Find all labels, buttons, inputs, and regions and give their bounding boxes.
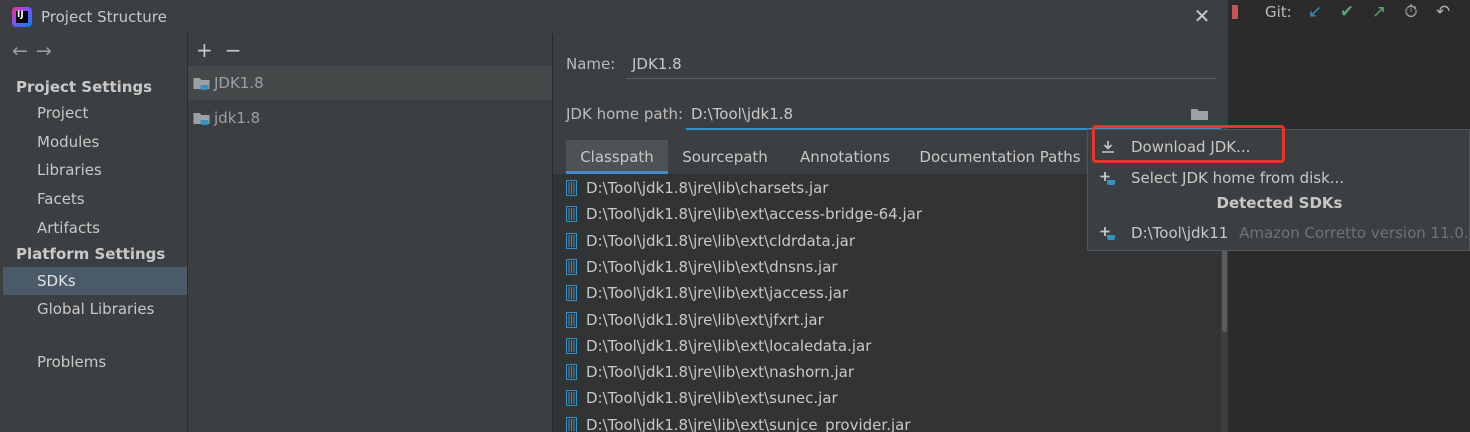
tab-documentation-paths[interactable]: Documentation Paths bbox=[908, 140, 1092, 174]
jdk-folder-icon bbox=[193, 113, 210, 125]
intellij-logo-icon: IJ bbox=[12, 7, 32, 27]
tab-classpath[interactable]: Classpath bbox=[566, 140, 668, 174]
jar-archive-icon bbox=[566, 364, 577, 381]
update-project-icon[interactable]: ↙ bbox=[1304, 1, 1326, 23]
select-jdk-home-label: Select JDK home from disk... bbox=[1131, 169, 1345, 187]
forward-arrow-icon[interactable]: → bbox=[36, 40, 60, 62]
nav-item-libraries[interactable]: Libraries bbox=[3, 156, 187, 184]
push-icon[interactable]: ↗ bbox=[1368, 1, 1390, 23]
back-arrow-icon[interactable]: ← bbox=[12, 40, 36, 62]
dialog-title-bar: IJ Project Structure ✕ bbox=[0, 0, 1228, 34]
sdk-list-item[interactable]: JDK1.8 bbox=[188, 66, 552, 100]
nav-item-project[interactable]: Project bbox=[3, 99, 187, 127]
stop-indicator-icon bbox=[1232, 5, 1238, 19]
sdk-list-item[interactable]: jdk1.8 bbox=[188, 101, 552, 135]
classpath-entry[interactable]: D:\Tool\jdk1.8\jre\lib\ext\dnsns.jar bbox=[553, 254, 838, 280]
nav-item-sdks[interactable]: SDKs bbox=[3, 267, 187, 295]
classpath-entry-path: D:\Tool\jdk1.8\jre\lib\ext\cldrdata.jar bbox=[586, 231, 856, 250]
nav-item-problems[interactable]: Problems bbox=[3, 348, 187, 376]
nav-item-facets[interactable]: Facets bbox=[3, 185, 187, 213]
classpath-entry[interactable]: D:\Tool\jdk1.8\jre\lib\ext\localedata.ja… bbox=[553, 333, 871, 359]
name-label: Name: bbox=[566, 55, 616, 73]
nav-item-global-libraries[interactable]: Global Libraries bbox=[3, 295, 187, 323]
name-field-underline bbox=[626, 78, 1216, 79]
project-settings-header: Project Settings bbox=[16, 78, 153, 96]
jar-archive-icon bbox=[566, 285, 577, 302]
git-label: Git: bbox=[1265, 3, 1292, 21]
nav-item-modules[interactable]: Modules bbox=[3, 128, 187, 156]
classpath-entry-path: D:\Tool\jdk1.8\jre\lib\ext\access-bridge… bbox=[586, 205, 922, 224]
rollback-icon[interactable]: ↶ bbox=[1432, 1, 1454, 23]
download-icon bbox=[1102, 141, 1114, 153]
settings-navigation: ←→ Project Settings Project Modules Librar… bbox=[0, 34, 187, 432]
jar-archive-icon bbox=[566, 311, 577, 328]
nav-item-artifacts[interactable]: Artifacts bbox=[3, 214, 187, 242]
download-jdk-label: Download JDK... bbox=[1131, 138, 1251, 156]
sdk-name: JDK1.8 bbox=[214, 74, 264, 92]
jar-archive-icon bbox=[566, 232, 577, 249]
classpath-entry[interactable]: D:\Tool\jdk1.8\jre\lib\ext\nashorn.jar bbox=[553, 359, 854, 385]
classpath-entry[interactable]: D:\Tool\jdk1.8\jre\lib\ext\access-bridge… bbox=[553, 201, 922, 227]
detected-sdks-header: Detected SDKs bbox=[1216, 194, 1343, 212]
sdk-toolbar: + − bbox=[196, 38, 254, 62]
detected-sdk-path: D:\Tool\jdk11 bbox=[1131, 224, 1229, 242]
tab-sourcepath[interactable]: Sourcepath bbox=[668, 140, 782, 174]
sdk-list-panel: + − JDK1.8 jdk1.8 bbox=[188, 34, 552, 432]
add-sdk-popup: Download JDK... Select JDK home from dis… bbox=[1087, 129, 1470, 251]
detected-sdk-item[interactable]: D:\Tool\jdk11 Amazon Corretto version 11… bbox=[1088, 219, 1470, 247]
classpath-entry-path: D:\Tool\jdk1.8\jre\lib\ext\sunec.jar bbox=[586, 389, 838, 408]
jar-archive-icon bbox=[566, 206, 577, 223]
name-field[interactable]: JDK1.8 bbox=[632, 55, 682, 73]
nav-history: ←→ bbox=[12, 40, 60, 62]
classpath-entry[interactable]: D:\Tool\jdk1.8\jre\lib\ext\jfxrt.jar bbox=[553, 307, 824, 333]
classpath-entry-path: D:\Tool\jdk1.8\jre\lib\ext\nashorn.jar bbox=[586, 363, 855, 382]
browse-folder-icon[interactable] bbox=[1190, 106, 1210, 122]
add-sdk-button[interactable]: + bbox=[196, 38, 213, 62]
download-jdk-item[interactable]: Download JDK... bbox=[1088, 133, 1470, 161]
jar-archive-icon bbox=[566, 337, 577, 354]
remove-sdk-button[interactable]: − bbox=[225, 38, 242, 62]
classpath-entry[interactable]: D:\Tool\jdk1.8\jre\lib\charsets.jar bbox=[553, 175, 828, 201]
jar-archive-icon bbox=[566, 180, 577, 196]
jdk-home-field[interactable]: D:\Tool\jdk1.8 bbox=[691, 105, 793, 123]
platform-settings-header: Platform Settings bbox=[16, 245, 166, 263]
jdk-folder-icon bbox=[193, 78, 210, 90]
add-jdk-icon bbox=[1100, 227, 1115, 240]
close-button[interactable]: ✕ bbox=[1192, 5, 1212, 27]
add-jdk-icon bbox=[1100, 172, 1115, 185]
detected-sdk-version: Amazon Corretto version 11.0.9 bbox=[1239, 224, 1470, 242]
classpath-entry-path: D:\Tool\jdk1.8\jre\lib\ext\sunjce_provid… bbox=[586, 415, 911, 432]
sdk-name: jdk1.8 bbox=[214, 109, 261, 127]
classpath-entry[interactable]: D:\Tool\jdk1.8\jre\lib\ext\sunec.jar bbox=[553, 385, 838, 411]
tab-annotations[interactable]: Annotations bbox=[782, 140, 908, 174]
select-jdk-home-item[interactable]: Select JDK home from disk... bbox=[1088, 164, 1470, 192]
classpath-entry[interactable]: D:\Tool\jdk1.8\jre\lib\ext\jaccess.jar bbox=[553, 280, 848, 306]
commit-check-icon[interactable]: ✔ bbox=[1336, 1, 1358, 23]
history-icon[interactable]: ⏱ bbox=[1400, 1, 1422, 23]
jdk-home-label: JDK home path: bbox=[566, 105, 684, 123]
jar-archive-icon bbox=[566, 258, 577, 275]
classpath-entry-path: D:\Tool\jdk1.8\jre\lib\ext\jaccess.jar bbox=[586, 284, 849, 303]
classpath-entry-path: D:\Tool\jdk1.8\jre\lib\ext\jfxrt.jar bbox=[586, 310, 824, 329]
classpath-entry-path: D:\Tool\jdk1.8\jre\lib\charsets.jar bbox=[586, 179, 829, 197]
jar-archive-icon bbox=[566, 416, 577, 432]
classpath-entry-path: D:\Tool\jdk1.8\jre\lib\ext\localedata.ja… bbox=[586, 336, 872, 355]
classpath-entry-path: D:\Tool\jdk1.8\jre\lib\ext\dnsns.jar bbox=[586, 257, 838, 276]
dialog-title: Project Structure bbox=[41, 8, 167, 26]
classpath-entry[interactable]: D:\Tool\jdk1.8\jre\lib\ext\sunjce_provid… bbox=[553, 412, 911, 432]
classpath-entry[interactable]: D:\Tool\jdk1.8\jre\lib\ext\cldrdata.jar bbox=[553, 228, 855, 254]
jar-archive-icon bbox=[566, 390, 577, 407]
